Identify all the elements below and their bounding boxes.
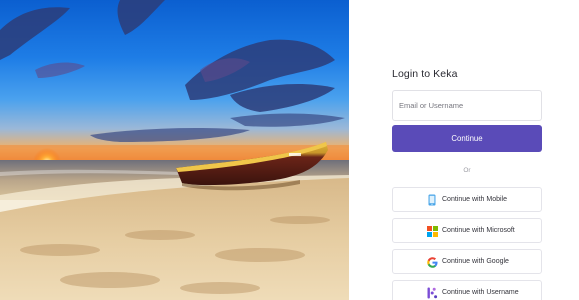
continue-with-username-button[interactable]: Continue with Username [392,280,542,300]
or-divider: Or [463,167,471,174]
sso-label: Continue with Username [442,289,519,296]
username-input[interactable] [392,90,542,121]
sso-label: Continue with Microsoft [442,227,515,234]
login-panel: Login to Keka Continue Or Continue with … [349,0,579,300]
google-icon [426,256,438,268]
login-title: Login to Keka [392,68,458,80]
beach-sunset-illustration [0,0,349,300]
continue-with-google-button[interactable]: Continue with Google [392,249,542,274]
keka-icon [426,287,438,299]
sso-label: Continue with Mobile [442,196,507,203]
continue-button[interactable]: Continue [392,125,542,152]
continue-with-mobile-button[interactable]: Continue with Mobile [392,187,542,212]
sso-label: Continue with Google [442,258,509,265]
hero-image [0,0,349,300]
microsoft-icon [426,225,438,237]
mobile-icon [426,194,438,206]
continue-with-microsoft-button[interactable]: Continue with Microsoft [392,218,542,243]
